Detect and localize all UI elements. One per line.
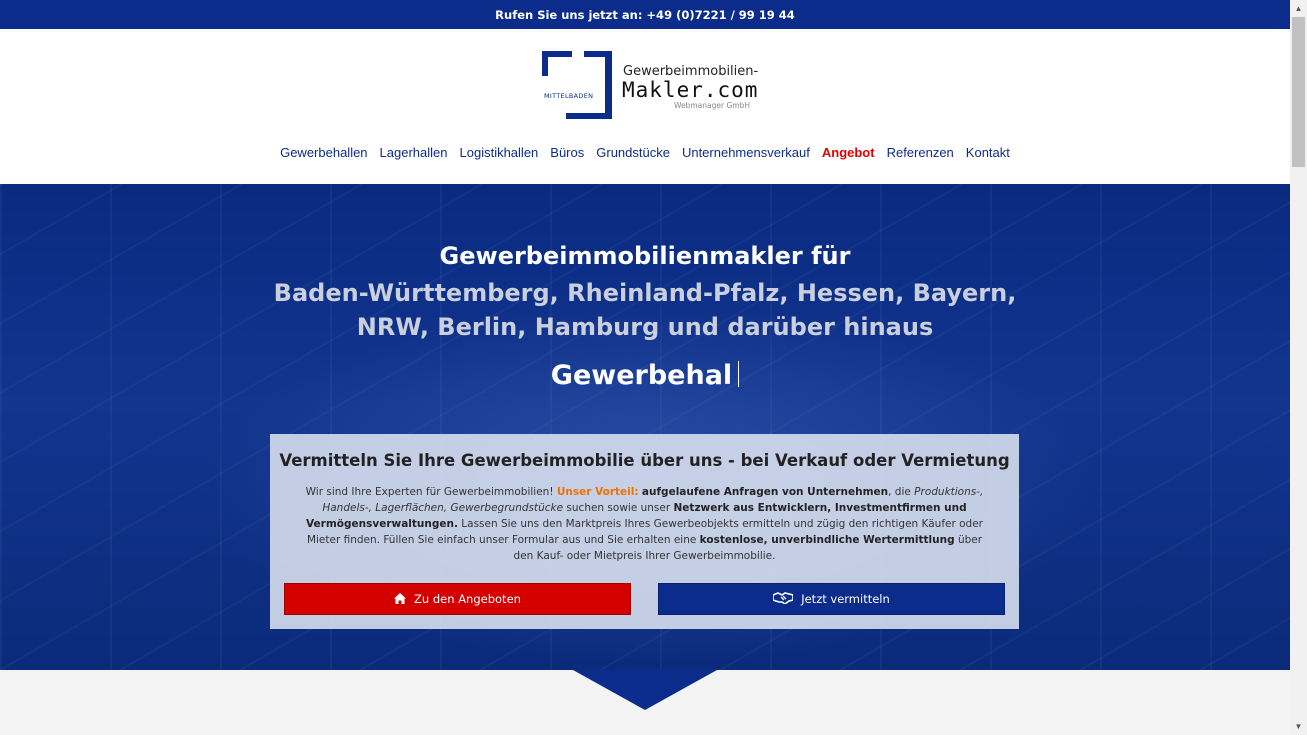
nav-item-logistikhallen[interactable]: Logistikhallen [460,145,539,160]
logo-line-3: Webmanager GmbH [674,101,750,110]
site-header: MITTELBADEN Gewerbeimmobilien- Makler.co… [0,29,1290,184]
card-text: Wir sind Ihre Experten für Gewerbeimmobi… [305,486,984,562]
broker-now-label: Jetzt vermitteln [801,592,890,606]
nav-item-bueros[interactable]: Büros [550,145,584,160]
nav-item-gewerbehallen[interactable]: Gewerbehallen [280,145,367,160]
to-offers-button[interactable]: Zu den Angeboten [284,583,631,615]
logo-line-1: Gewerbeimmobilien- [623,64,759,79]
phone-call-text[interactable]: Rufen Sie uns jetzt an: +49 (0)7221 / 99… [495,8,795,22]
scroll-down-arrow-icon[interactable]: ▼ [1290,718,1307,735]
typing-cursor [738,361,740,387]
nav-item-unternehmensverkauf[interactable]: Unternehmensverkauf [682,145,810,160]
nav-item-lagerhallen[interactable]: Lagerhallen [380,145,448,160]
section-arrow-down-icon [573,670,717,710]
card-title: Vermitteln Sie Ihre Gewerbeimmobilie übe… [279,451,1010,470]
site-logo[interactable]: MITTELBADEN Gewerbeimmobilien- Makler.co… [542,51,758,121]
logo-badge-text: MITTELBADEN [544,92,594,100]
hero-title: Gewerbeimmobilienmakler für [439,242,851,270]
broker-info-card: Vermitteln Sie Ihre Gewerbeimmobilie übe… [270,434,1019,629]
typed-word: Gewerbehal [550,360,733,391]
logo-line-2: Makler.com [622,78,759,102]
home-icon [394,592,407,606]
logo-bracket-icon [542,51,612,119]
advantage-label: Unser Vorteil: [556,486,639,498]
handshake-icon [772,592,795,606]
scroll-thumb[interactable] [1292,17,1305,167]
nav-item-grundstuecke[interactable]: Grundstücke [596,145,670,160]
hero-typed-text: Gewerbehal [0,360,1290,391]
nav-item-referenzen[interactable]: Referenzen [887,145,954,160]
nav-item-angebot[interactable]: Angebot [822,145,875,160]
top-contact-bar: Rufen Sie uns jetzt an: +49 (0)7221 / 99… [0,0,1290,29]
scroll-up-arrow-icon[interactable]: ▲ [1290,0,1307,17]
nav-item-kontakt[interactable]: Kontakt [966,145,1010,160]
broker-now-button[interactable]: Jetzt vermitteln [658,583,1005,615]
hero-section: Gewerbeimmobilienmakler für Baden-Württe… [0,184,1290,670]
page-scrollbar[interactable]: ▲ ▼ [1290,0,1307,735]
main-navigation: Gewerbehallen Lagerhallen Logistikhallen… [0,145,1290,160]
to-offers-label: Zu den Angeboten [414,592,521,606]
hero-regions: Baden-Württemberg, Rheinland-Pfalz, Hess… [273,279,1017,341]
